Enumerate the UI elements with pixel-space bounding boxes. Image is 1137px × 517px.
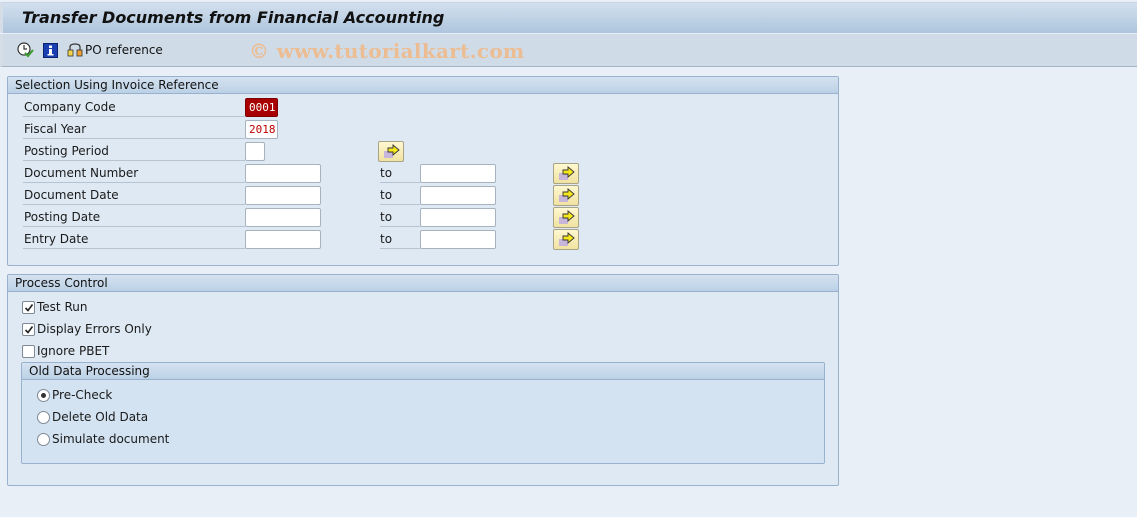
entry-date-to-label: to [380, 229, 420, 249]
title-bar: Transfer Documents from Financial Accoun… [0, 2, 1137, 33]
document-number-to-label: to [380, 163, 420, 183]
display-errors-only-label: Display Errors Only [37, 322, 152, 336]
entry-date-multiple-selection-button[interactable] [553, 229, 579, 250]
delete-old-data-radio[interactable] [37, 410, 50, 424]
po-reference-button[interactable]: PO reference [67, 42, 163, 58]
posting-period-multiple-selection-button[interactable] [378, 141, 404, 162]
po-reference-label: PO reference [85, 43, 163, 57]
pre-check-radio[interactable] [37, 388, 50, 402]
application-toolbar: PO reference © www.tutorialkart.com [0, 34, 1137, 67]
company-code-input[interactable]: 0001 [245, 98, 278, 117]
entry-date-to-input[interactable] [420, 230, 496, 249]
fiscal-year-label: Fiscal Year [23, 119, 245, 139]
test-run-label: Test Run [37, 300, 88, 314]
company-code-label: Company Code [23, 97, 245, 117]
document-number-multiple-selection-button[interactable] [553, 163, 579, 184]
display-errors-only-checkbox-row[interactable]: Display Errors Only [22, 321, 152, 337]
document-date-to-input[interactable] [420, 186, 496, 205]
execute-button[interactable] [17, 42, 34, 58]
pre-check-label: Pre-Check [52, 388, 113, 402]
posting-date-label: Posting Date [23, 207, 245, 227]
clock-check-icon [17, 42, 34, 58]
document-number-to-input[interactable] [420, 164, 496, 183]
document-number-label: Document Number [23, 163, 245, 183]
arrow-right-icon [559, 166, 575, 180]
simulate-document-radio[interactable] [37, 432, 50, 446]
arrow-right-icon [559, 232, 575, 246]
checkmark-icon [24, 303, 34, 312]
watermark: © www.tutorialkart.com [249, 39, 525, 63]
page-title: Transfer Documents from Financial Accoun… [22, 8, 445, 27]
arrow-right-icon [384, 144, 400, 158]
hierarchy-icon [67, 43, 83, 57]
ignore-pbet-label: Ignore PBET [37, 344, 110, 358]
ignore-pbet-checkbox-row[interactable]: Ignore PBET [22, 343, 109, 359]
info-icon [43, 42, 58, 58]
entry-date-label: Entry Date [23, 229, 245, 249]
delete-old-data-radio-row[interactable]: Delete Old Data [37, 409, 148, 425]
pre-check-radio-row[interactable]: Pre-Check [37, 387, 112, 403]
display-errors-only-checkbox[interactable] [22, 322, 35, 336]
arrow-right-icon [559, 188, 575, 202]
simulate-document-label: Simulate document [52, 432, 170, 446]
selection-group-title: Selection Using Invoice Reference [8, 77, 838, 94]
posting-date-multiple-selection-button[interactable] [553, 207, 579, 228]
info-button[interactable] [43, 42, 58, 58]
test-run-checkbox-row[interactable]: Test Run [22, 299, 87, 315]
process-control-title: Process Control [8, 275, 838, 292]
entry-date-from-input[interactable] [245, 230, 321, 249]
fiscal-year-input[interactable]: 2018 [245, 120, 278, 139]
test-run-checkbox[interactable] [22, 300, 35, 314]
document-date-label: Document Date [23, 185, 245, 205]
posting-period-input[interactable] [245, 142, 265, 161]
document-date-multiple-selection-button[interactable] [553, 185, 579, 206]
posting-period-label: Posting Period [23, 141, 245, 161]
simulate-document-radio-row[interactable]: Simulate document [37, 431, 169, 447]
document-date-from-input[interactable] [245, 186, 321, 205]
old-data-processing-title: Old Data Processing [22, 363, 824, 380]
posting-date-to-input[interactable] [420, 208, 496, 227]
document-number-from-input[interactable] [245, 164, 321, 183]
checkmark-icon [24, 325, 34, 334]
ignore-pbet-checkbox[interactable] [22, 344, 35, 358]
posting-date-to-label: to [380, 207, 420, 227]
posting-date-from-input[interactable] [245, 208, 321, 227]
document-date-to-label: to [380, 185, 420, 205]
arrow-right-icon [559, 210, 575, 224]
delete-old-data-label: Delete Old Data [52, 410, 149, 424]
